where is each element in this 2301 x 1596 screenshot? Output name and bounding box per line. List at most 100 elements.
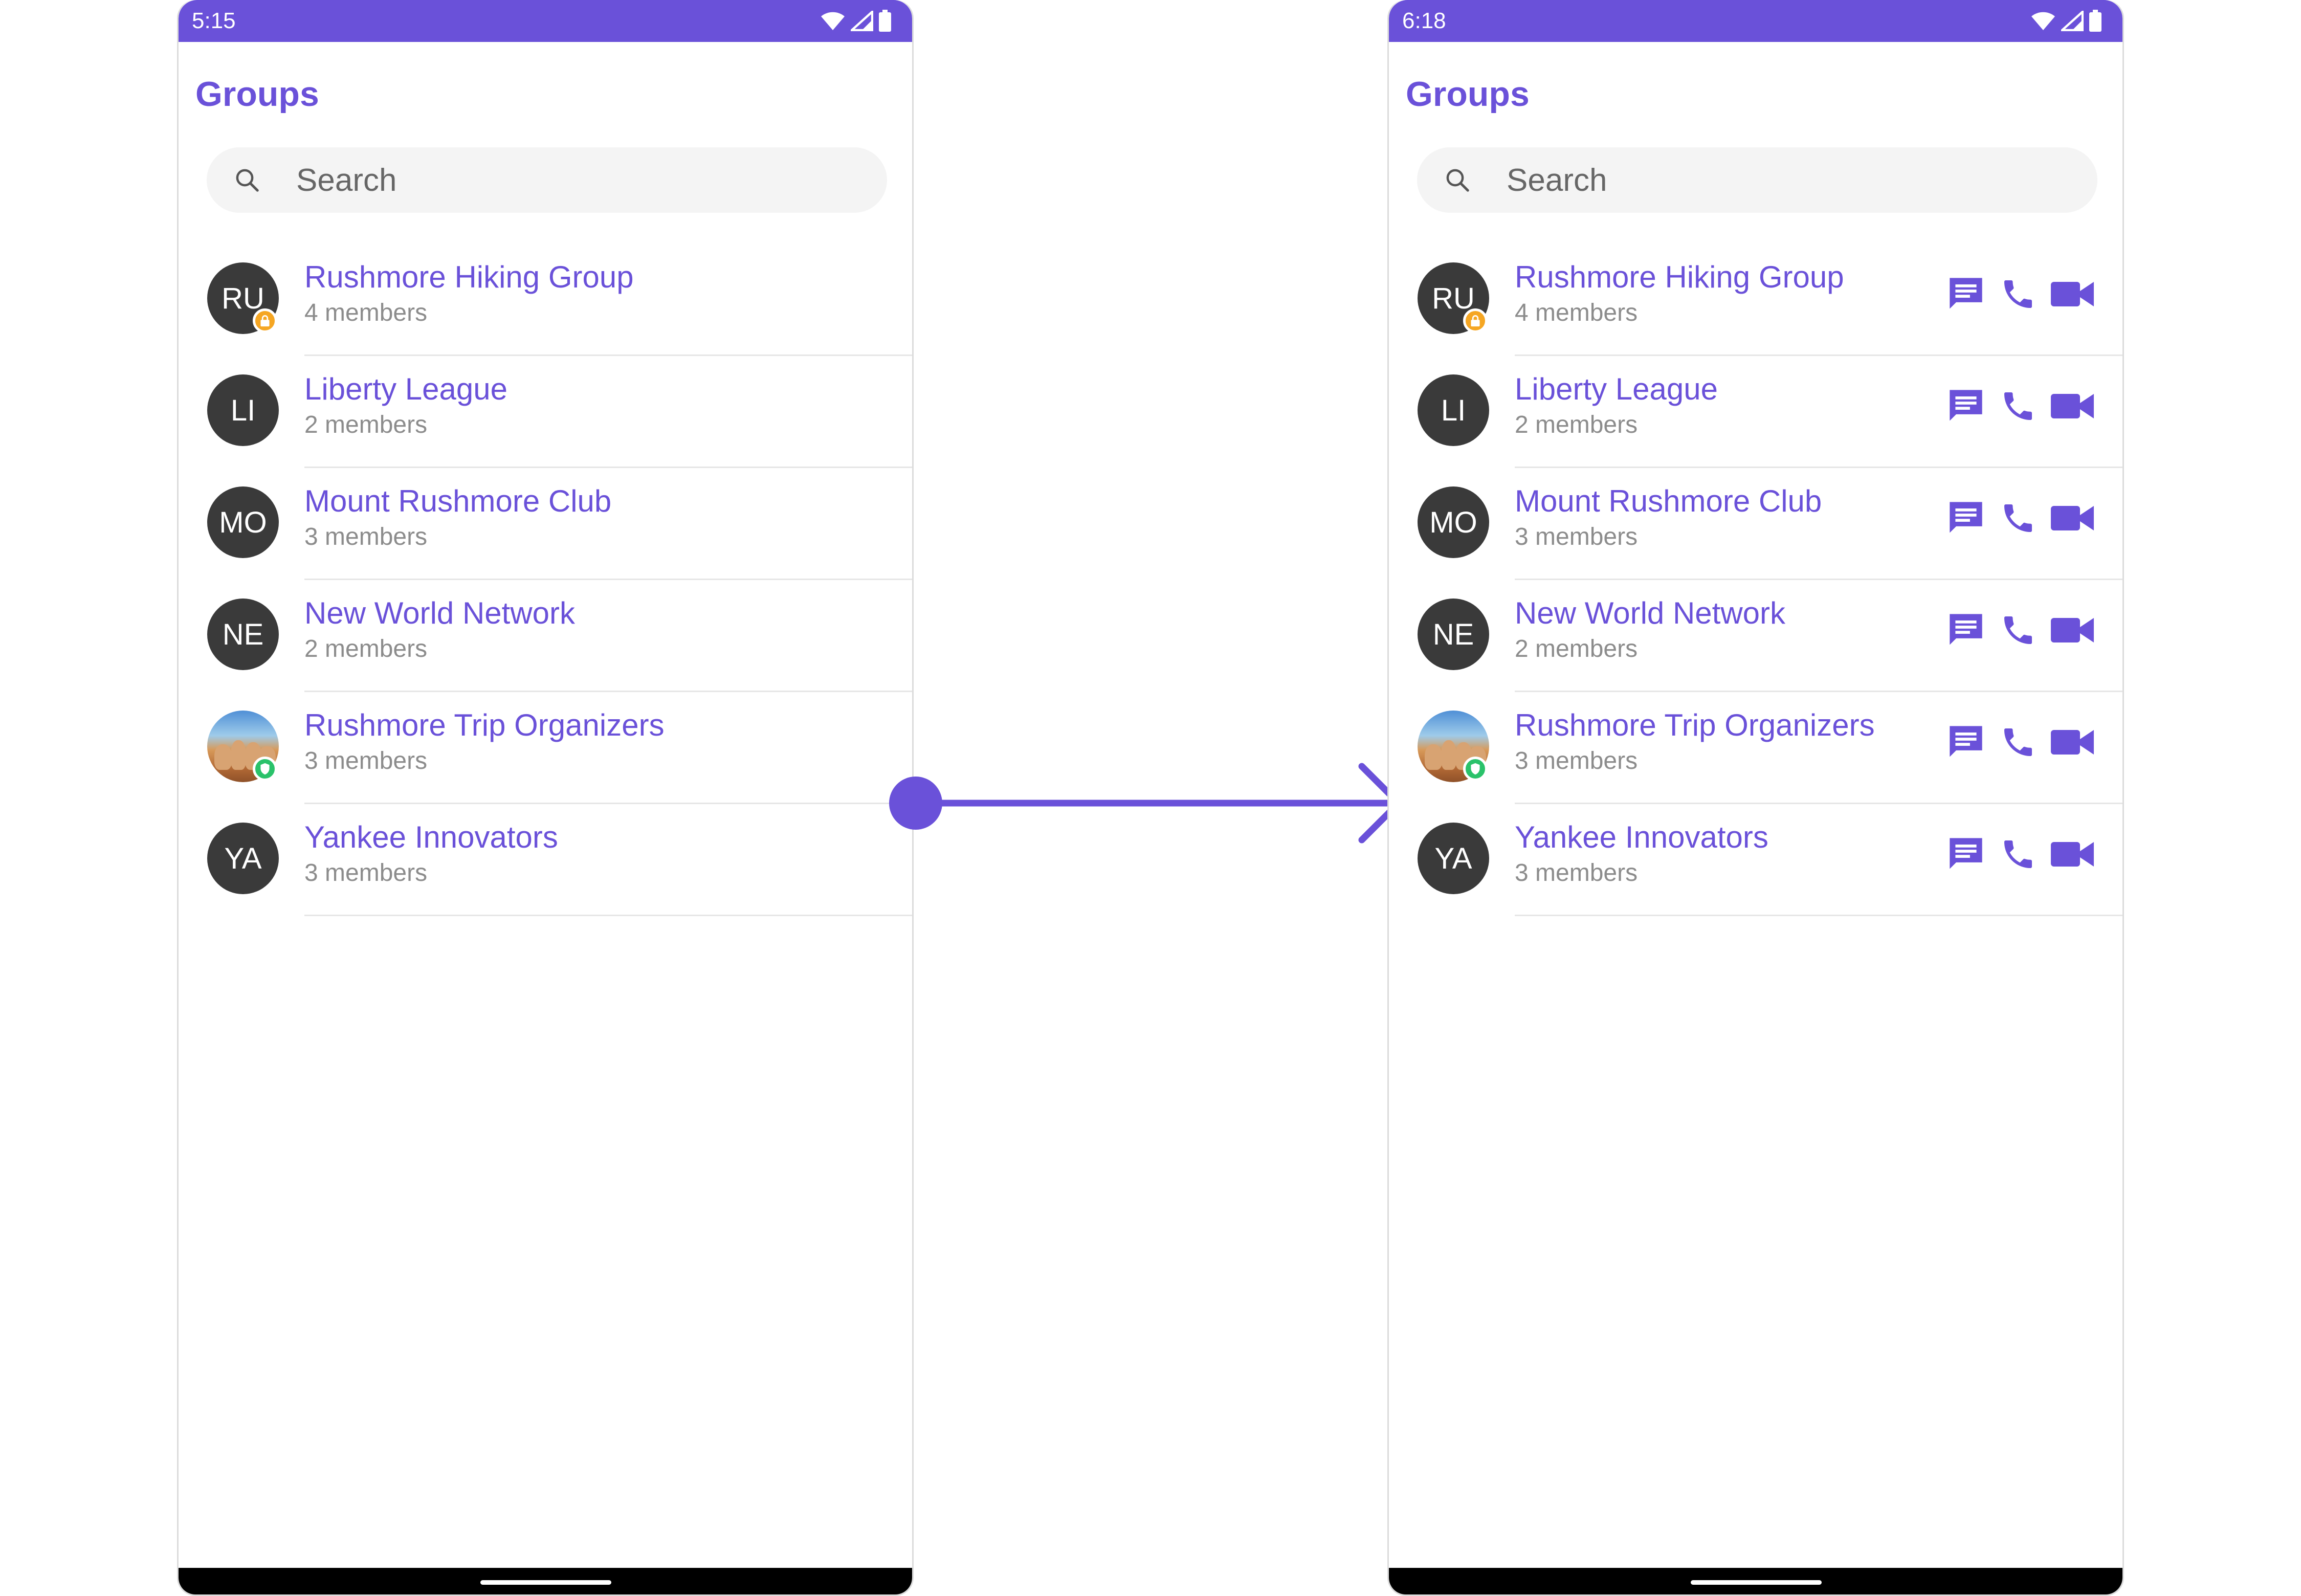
group-avatar: NE bbox=[207, 598, 279, 670]
status-icons bbox=[2030, 10, 2102, 32]
group-name: Mount Rushmore Club bbox=[304, 484, 612, 518]
group-member-count: 3 members bbox=[304, 859, 428, 886]
page-title: Groups bbox=[195, 75, 319, 114]
group-action-buttons bbox=[1946, 612, 2094, 649]
home-handle[interactable] bbox=[480, 1580, 611, 1585]
rock-face bbox=[1425, 744, 1442, 770]
group-member-count: 3 members bbox=[1515, 859, 1638, 886]
private-shield-icon bbox=[253, 757, 277, 781]
group-member-count: 3 members bbox=[1515, 747, 1638, 774]
private-shield-icon bbox=[1463, 757, 1488, 781]
group-list-item[interactable]: NE New World Network 2 members bbox=[1389, 580, 2122, 692]
battery-icon bbox=[878, 10, 892, 32]
avatar-initials: LI bbox=[230, 393, 256, 427]
status-time: 5:15 bbox=[192, 8, 236, 33]
search-input[interactable] bbox=[1507, 147, 2059, 213]
group-name: Rushmore Hiking Group bbox=[1515, 260, 1844, 294]
group-action-buttons bbox=[1946, 276, 2094, 313]
rock-face bbox=[1441, 740, 1456, 770]
status-icons bbox=[820, 10, 892, 32]
avatar-initials: MO bbox=[1429, 505, 1477, 539]
rock-face bbox=[214, 744, 232, 770]
group-member-count: 3 members bbox=[304, 747, 428, 774]
group-action-buttons bbox=[1946, 388, 2094, 425]
video-call-icon[interactable] bbox=[2051, 279, 2094, 309]
avatar-initials: YA bbox=[224, 841, 262, 875]
group-list-item[interactable]: Rushmore Trip Organizers 3 members bbox=[179, 692, 912, 804]
group-list-item[interactable]: LI Liberty League 2 members bbox=[179, 356, 912, 468]
voice-call-icon[interactable] bbox=[2000, 500, 2037, 537]
group-member-count: 4 members bbox=[304, 299, 428, 326]
group-member-count: 2 members bbox=[304, 411, 428, 438]
avatar-initials: LI bbox=[1441, 393, 1466, 427]
search-bar[interactable] bbox=[207, 147, 887, 213]
voice-call-icon[interactable] bbox=[2000, 612, 2037, 649]
message-icon[interactable] bbox=[1946, 388, 1985, 424]
group-list-item[interactable]: YA Yankee Innovators 3 members bbox=[1389, 804, 2122, 916]
avatar-initials: NE bbox=[222, 617, 264, 651]
video-call-icon[interactable] bbox=[2051, 391, 2094, 422]
voice-call-icon[interactable] bbox=[2000, 724, 2037, 761]
group-action-buttons bbox=[1946, 500, 2094, 537]
group-member-count: 2 members bbox=[304, 635, 428, 662]
voice-call-icon[interactable] bbox=[2000, 388, 2037, 425]
group-list-item[interactable]: YA Yankee Innovators 3 members bbox=[179, 804, 912, 916]
group-name: Liberty League bbox=[1515, 372, 1718, 406]
avatar-initials: YA bbox=[1434, 841, 1472, 875]
group-name: Mount Rushmore Club bbox=[1515, 484, 1822, 518]
message-icon[interactable] bbox=[1946, 500, 1985, 536]
group-name: Liberty League bbox=[304, 372, 507, 406]
group-name: Yankee Innovators bbox=[304, 820, 558, 854]
phone-screen-after: 6:18 Groups RURushmore Hiking Group4 mem… bbox=[1387, 0, 2124, 1596]
group-list: RU Rushmore Hiking Group 4 members LI Libert… bbox=[179, 244, 912, 916]
password-lock-icon bbox=[1463, 308, 1488, 333]
group-list-item[interactable]: Rushmore Trip Organizers 3 members bbox=[1389, 692, 2122, 804]
video-call-icon[interactable] bbox=[2051, 503, 2094, 534]
message-icon[interactable] bbox=[1946, 612, 1985, 648]
signal-icon bbox=[2061, 11, 2084, 31]
search-icon bbox=[1444, 166, 1471, 196]
group-name: New World Network bbox=[304, 596, 576, 630]
video-call-icon[interactable] bbox=[2051, 727, 2094, 758]
status-time: 6:18 bbox=[1402, 8, 1446, 33]
voice-call-icon[interactable] bbox=[2000, 276, 2037, 313]
avatar-initials: NE bbox=[1432, 617, 1474, 651]
navigation-bar bbox=[179, 1568, 912, 1594]
group-avatar: YA bbox=[207, 823, 279, 894]
voice-call-icon[interactable] bbox=[2000, 836, 2037, 873]
group-list-item[interactable]: RU Rushmore Hiking Group 4 members bbox=[1389, 244, 2122, 356]
group-action-buttons bbox=[1946, 724, 2094, 761]
group-list-item[interactable]: RU Rushmore Hiking Group 4 members bbox=[179, 244, 912, 356]
group-avatar: LI bbox=[207, 374, 279, 446]
group-avatar: MO bbox=[207, 486, 279, 558]
status-bar: 6:18 bbox=[1389, 0, 2122, 42]
group-member-count: 3 members bbox=[1515, 523, 1638, 550]
group-name: New World Network bbox=[1515, 596, 1786, 630]
transition-arrow-icon bbox=[889, 763, 1402, 844]
search-icon bbox=[233, 166, 261, 196]
group-member-count: 2 members bbox=[1515, 635, 1638, 662]
group-list: RU Rushmore Hiking Group 4 members LI Libert… bbox=[1389, 244, 2122, 916]
password-lock-icon bbox=[253, 308, 277, 333]
wifi-icon bbox=[2030, 11, 2056, 31]
group-list-item[interactable]: MO Mount Rushmore Club 3 members bbox=[179, 468, 912, 580]
video-call-icon[interactable] bbox=[2051, 615, 2094, 646]
group-list-item[interactable]: MO Mount Rushmore Club 3 members bbox=[1389, 468, 2122, 580]
page-title: Groups bbox=[1406, 75, 1530, 114]
status-bar: 5:15 bbox=[179, 0, 912, 42]
battery-icon bbox=[2089, 10, 2102, 32]
group-avatar: MO bbox=[1418, 486, 1489, 558]
home-handle[interactable] bbox=[1691, 1580, 1822, 1585]
group-member-count: 4 members bbox=[1515, 299, 1638, 326]
search-bar[interactable] bbox=[1417, 147, 2097, 213]
phone-screen-before: 5:15 Groups RURushmore Hiking Group4 mem… bbox=[177, 0, 914, 1596]
group-list-item[interactable]: NE New World Network 2 members bbox=[179, 580, 912, 692]
search-input[interactable] bbox=[296, 147, 849, 213]
group-name: Rushmore Trip Organizers bbox=[1515, 708, 1875, 742]
message-icon[interactable] bbox=[1946, 724, 1985, 760]
group-action-buttons bbox=[1946, 836, 2094, 873]
video-call-icon[interactable] bbox=[2051, 839, 2094, 870]
group-list-item[interactable]: LI Liberty League 2 members bbox=[1389, 356, 2122, 468]
message-icon[interactable] bbox=[1946, 276, 1985, 312]
message-icon[interactable] bbox=[1946, 836, 1985, 872]
